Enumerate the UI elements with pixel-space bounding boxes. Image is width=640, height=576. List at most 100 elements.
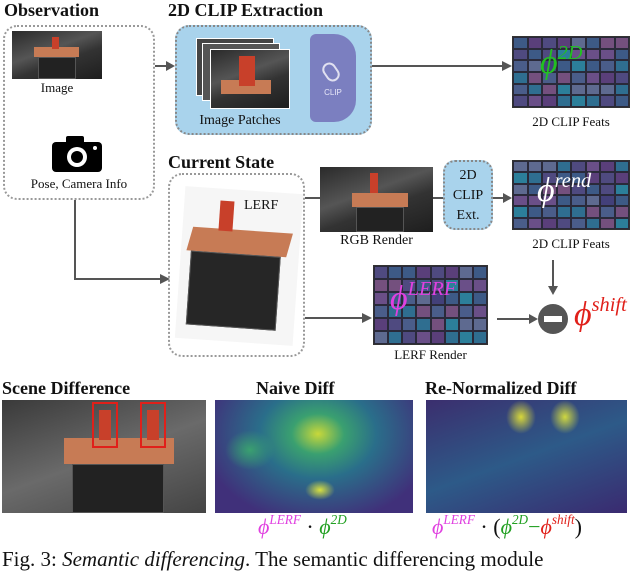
feature-cell: [600, 183, 615, 195]
feature-cell: [472, 292, 487, 305]
feature-cell: [585, 217, 600, 229]
feature-cell: [614, 194, 629, 207]
clip-feats-label: 2D CLIP Feats: [532, 114, 610, 129]
feature-cell: [614, 172, 629, 184]
naive-formula: ϕLERF · ϕ2D: [258, 512, 347, 539]
feature-cell: [513, 172, 528, 184]
figure-caption: Fig. 3: Semantic differencing. The seman…: [2, 547, 543, 572]
scene-diff-title: Scene Difference: [2, 378, 131, 398]
observation-title: Observation: [4, 0, 100, 20]
arrowhead: [529, 314, 538, 324]
renorm-formula: ϕLERF · (ϕ2D−ϕshift): [432, 512, 582, 539]
feature-cell: [614, 206, 629, 218]
scene-diff-image: [2, 400, 206, 513]
feature-cell: [374, 331, 389, 344]
feature-cell: [374, 279, 389, 292]
clip-model-shape: CLIP: [310, 34, 356, 122]
caption-emphasis: Semantic differencing: [62, 547, 246, 571]
phi-lerf: ϕLERF: [390, 278, 457, 317]
feature-cell: [527, 161, 542, 173]
arrowhead: [548, 286, 558, 295]
feature-cell: [444, 318, 459, 331]
pose-label: Pose, Camera Info: [30, 176, 128, 191]
feature-cell: [527, 83, 542, 96]
connector-line: [433, 197, 443, 199]
feature-cell: [472, 279, 487, 292]
feature-cell: [513, 194, 528, 207]
feature-cell: [542, 83, 557, 96]
feature-cell: [374, 318, 389, 331]
feature-cell: [600, 37, 615, 49]
feature-cell: [513, 183, 528, 195]
arrow-extract-feats: [372, 65, 502, 67]
feature-cell: [614, 48, 629, 61]
feature-cell: [388, 266, 403, 279]
feature-cell: [416, 318, 431, 331]
feature-cell: [571, 217, 586, 229]
clip-ext-line3: Ext.: [456, 208, 480, 223]
feature-cell: [556, 217, 571, 229]
feature-cell: [542, 217, 557, 229]
arrowhead: [166, 61, 175, 71]
renorm-diff-title: Re-Normalized Diff: [425, 378, 577, 398]
feature-cell: [513, 48, 528, 61]
observation-image: [12, 31, 102, 79]
rgb-render-image: [320, 167, 433, 232]
feature-cell: [458, 279, 473, 292]
feature-cell: [600, 72, 615, 84]
feature-cell: [472, 305, 487, 318]
image-label: Image: [40, 80, 74, 95]
feature-cell: [402, 331, 417, 344]
clip-ext-line2: CLIP: [452, 188, 484, 203]
feature-cell: [374, 305, 389, 318]
phi-2d: ϕ2D: [540, 42, 583, 81]
feature-cell: [600, 217, 615, 229]
feature-cell: [444, 331, 459, 344]
feature-cell: [614, 217, 629, 229]
feature-cell: [472, 266, 487, 279]
extraction-title: 2D CLIP Extraction: [168, 0, 323, 20]
feature-cell: [571, 95, 586, 107]
arrow-down: [552, 260, 554, 286]
arrow-pose-down: [74, 200, 76, 280]
feature-cell: [600, 206, 615, 218]
connector-line: [305, 197, 320, 199]
feature-cell: [416, 331, 431, 344]
clip-ext-line1: 2D: [459, 168, 477, 183]
feature-cell: [458, 266, 473, 279]
feature-cell: [472, 318, 487, 331]
arrowhead: [362, 313, 372, 323]
feature-cell: [458, 305, 473, 318]
arrowhead: [502, 61, 512, 71]
current-state-title: Current State: [168, 152, 275, 172]
feature-cell: [458, 318, 473, 331]
rgb-render-label: RGB Render: [340, 233, 413, 248]
rend-feats-label: 2D CLIP Feats: [532, 236, 610, 251]
feature-cell: [614, 183, 629, 195]
feature-cell: [527, 95, 542, 107]
feature-cell: [513, 72, 528, 84]
feature-cell: [430, 318, 445, 331]
feature-cell: [388, 318, 403, 331]
feature-cell: [614, 37, 629, 49]
feature-cell: [513, 217, 528, 229]
feature-cell: [614, 161, 629, 173]
clip-ext-box: 2D CLIP Ext.: [443, 160, 493, 230]
feature-cell: [600, 60, 615, 72]
feature-cell: [600, 172, 615, 184]
arrow-lerf-grid: [305, 317, 363, 319]
feature-cell: [513, 95, 528, 107]
feature-cell: [585, 83, 600, 96]
arrowhead: [503, 193, 512, 203]
arrow-pose-right: [74, 278, 160, 280]
feature-cell: [600, 83, 615, 96]
feature-cell: [614, 83, 629, 96]
feature-cell: [542, 95, 557, 107]
feature-cell: [600, 48, 615, 61]
feature-cell: [388, 331, 403, 344]
feature-cell: [513, 37, 528, 49]
feature-cell: [585, 72, 600, 84]
feature-cell: [585, 60, 600, 72]
feature-cell: [556, 95, 571, 107]
feature-cell: [513, 206, 528, 218]
